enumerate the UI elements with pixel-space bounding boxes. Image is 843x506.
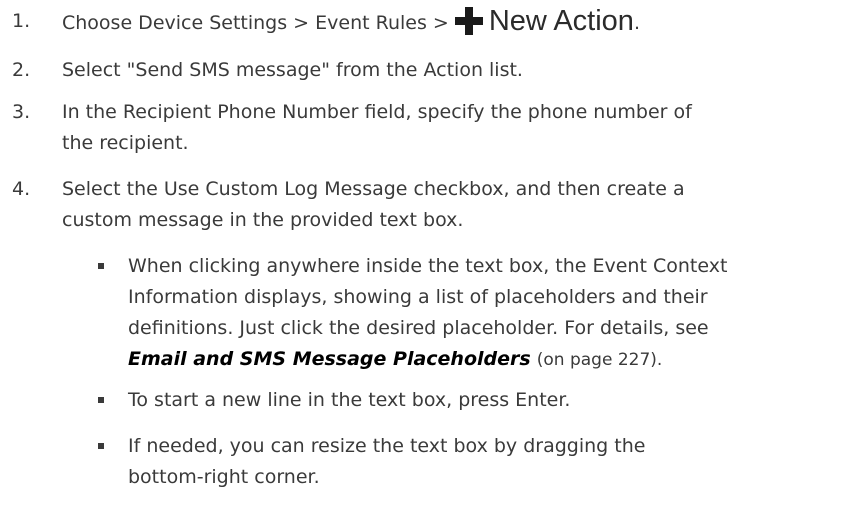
step-text-line: custom message in the provided text box. xyxy=(62,209,464,231)
new-action-label: New Action xyxy=(488,5,634,37)
page-reference: (on page 227). xyxy=(536,350,663,370)
step-number: 3. xyxy=(12,101,31,123)
bullet-text: To start a new line in the text box, pre… xyxy=(128,389,571,411)
step-1-text: Choose Device Settings > Event Rules > xyxy=(62,12,455,34)
bullet-line: If needed, you can resize the text box b… xyxy=(128,435,646,457)
bullet-line: Email and SMS Message Placeholders (on p… xyxy=(128,344,830,376)
bullet-text: If needed, you can resize the text box b… xyxy=(128,431,830,493)
step-number: 2. xyxy=(12,59,31,81)
plus-icon xyxy=(454,7,483,35)
step-text: Select the Use Custom Log Message checkb… xyxy=(62,174,842,236)
bullet-line: definitions. Just click the desired plac… xyxy=(128,317,709,339)
new-action-button-image: New Action xyxy=(454,5,634,37)
document-page: 1. Choose Device Settings > Event Rules … xyxy=(0,0,843,506)
step-text-line: the recipient. xyxy=(62,132,189,154)
step-text: In the Recipient Phone Number field, spe… xyxy=(62,97,842,159)
step-text-line: In the Recipient Phone Number field, spe… xyxy=(62,101,692,123)
step-text-line: Select the Use Custom Log Message checkb… xyxy=(62,178,685,200)
bullet-line: bottom-right corner. xyxy=(128,466,320,488)
step-number: 4. xyxy=(12,178,31,200)
step-text: Select "Send SMS message" from the Actio… xyxy=(62,59,523,81)
bullet-line: Information displays, showing a list of … xyxy=(128,286,708,308)
bullet-line: When clicking anywhere inside the text b… xyxy=(128,255,728,277)
step-1-period: . xyxy=(633,12,640,34)
bullet-text: When clicking anywhere inside the text b… xyxy=(128,251,830,376)
step-number: 1. xyxy=(12,10,31,32)
placeholders-link[interactable]: Email and SMS Message Placeholders xyxy=(128,348,531,370)
bullet-square-icon xyxy=(98,397,104,403)
bullet-square-icon xyxy=(98,263,104,269)
step-text: Choose Device Settings > Event Rules > N… xyxy=(62,6,842,39)
bullet-square-icon xyxy=(98,443,104,449)
